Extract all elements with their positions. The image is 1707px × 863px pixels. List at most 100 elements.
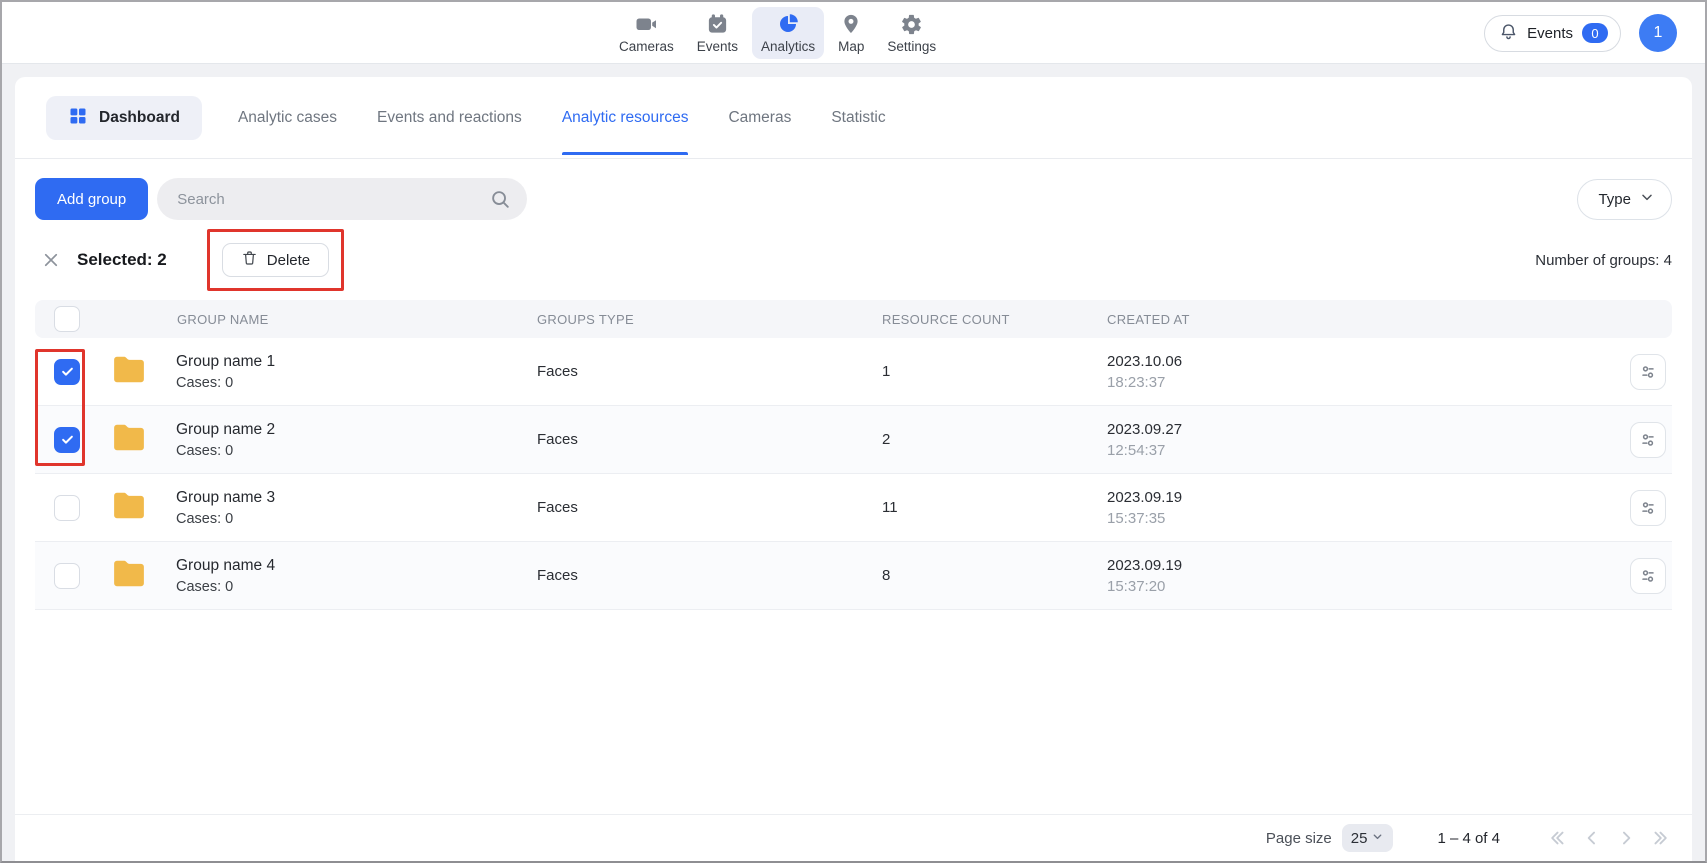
sub-tabs: Analytic cases Events and reactions Anal… <box>238 109 886 127</box>
events-button-label: Events <box>1527 25 1573 42</box>
column-header-resource-count: RESOURCE COUNT <box>882 312 1107 327</box>
row-settings-button[interactable] <box>1630 354 1666 390</box>
first-page-icon[interactable] <box>1548 828 1568 848</box>
row-settings-button[interactable] <box>1630 490 1666 526</box>
sliders-icon <box>1638 430 1658 450</box>
page-background: Dashboard Analytic cases Events and reac… <box>2 64 1705 861</box>
column-header-created-at: CREATED AT <box>1107 312 1595 327</box>
clear-selection-icon[interactable] <box>41 250 61 270</box>
topnav-label: Map <box>838 39 864 54</box>
app-window: Cameras Events Analytics Map <box>0 0 1707 863</box>
main-navigation: Cameras Events Analytics Map <box>610 2 945 64</box>
next-page-icon[interactable] <box>1616 828 1636 848</box>
page-size-label: Page size <box>1266 830 1332 847</box>
camera-icon <box>634 12 658 36</box>
tab-events-and-reactions[interactable]: Events and reactions <box>377 109 522 127</box>
pagination-bar: Page size 25 1 – 4 of 4 <box>15 814 1692 861</box>
select-all-checkbox[interactable] <box>54 306 80 332</box>
tab-statistic[interactable]: Statistic <box>831 109 885 127</box>
tab-cameras[interactable]: Cameras <box>728 109 791 127</box>
resource-count: 2 <box>882 431 1107 448</box>
topnav-label: Settings <box>887 39 936 54</box>
group-type: Faces <box>537 567 882 584</box>
sliders-icon <box>1638 566 1658 586</box>
group-cases: Cases: 0 <box>176 509 275 529</box>
empty-area <box>15 610 1692 814</box>
topnav-label: Events <box>697 39 738 54</box>
group-name: Group name 1 <box>176 351 275 373</box>
created-time: 15:37:20 <box>1107 576 1595 597</box>
user-avatar[interactable]: 1 <box>1639 14 1677 52</box>
top-bar: Cameras Events Analytics Map <box>2 2 1705 64</box>
prev-page-icon[interactable] <box>1582 828 1602 848</box>
groups-table: GROUP NAME GROUPS TYPE RESOURCE COUNT CR… <box>35 300 1672 610</box>
sliders-icon <box>1638 362 1658 382</box>
page-size-select[interactable]: 25 <box>1342 824 1394 852</box>
table-row[interactable]: Group name 1Cases: 0 Faces 1 2023.10.061… <box>35 338 1672 406</box>
group-cases: Cases: 0 <box>176 373 275 393</box>
delete-button[interactable]: Delete <box>222 243 329 277</box>
topnav-item-map[interactable]: Map <box>829 7 873 59</box>
folder-icon <box>112 491 146 525</box>
topnav-label: Analytics <box>761 39 815 54</box>
created-time: 15:37:35 <box>1107 508 1595 529</box>
search-icon <box>489 188 511 215</box>
table-row[interactable]: Group name 2Cases: 0 Faces 2 2023.09.271… <box>35 406 1672 474</box>
resource-count: 8 <box>882 567 1107 584</box>
created-time: 18:23:37 <box>1107 372 1595 393</box>
search-input[interactable] <box>157 178 527 220</box>
dashboard-label: Dashboard <box>99 109 180 127</box>
events-button[interactable]: Events 0 <box>1484 15 1621 52</box>
selection-bar: Selected: 2 Delete Number of groups: 4 <box>15 220 1692 300</box>
chevron-down-icon <box>1639 189 1655 209</box>
table-row[interactable]: Group name 4Cases: 0 Faces 8 2023.09.191… <box>35 542 1672 610</box>
gear-icon <box>900 12 923 36</box>
events-count-badge: 0 <box>1582 23 1608 43</box>
table-header-row: GROUP NAME GROUPS TYPE RESOURCE COUNT CR… <box>35 300 1672 338</box>
row-checkbox[interactable] <box>54 495 80 521</box>
created-time: 12:54:37 <box>1107 440 1595 461</box>
table-row[interactable]: Group name 3Cases: 0 Faces 11 2023.09.19… <box>35 474 1672 542</box>
delete-button-label: Delete <box>267 252 310 269</box>
topnav-item-analytics[interactable]: Analytics <box>752 7 824 59</box>
group-name: Group name 3 <box>176 487 275 509</box>
group-cases: Cases: 0 <box>176 441 275 461</box>
group-name: Group name 4 <box>176 555 275 577</box>
add-group-button[interactable]: Add group <box>35 178 148 220</box>
folder-icon <box>112 355 146 389</box>
tabs-row: Dashboard Analytic cases Events and reac… <box>15 77 1692 159</box>
group-type: Faces <box>537 363 882 380</box>
topnav-label: Cameras <box>619 39 674 54</box>
topnav-item-events[interactable]: Events <box>688 7 747 59</box>
content-card: Dashboard Analytic cases Events and reac… <box>15 77 1692 861</box>
selected-count-label: Selected: 2 <box>77 250 167 270</box>
folder-icon <box>112 559 146 593</box>
row-checkbox[interactable] <box>54 427 80 453</box>
group-cases: Cases: 0 <box>176 577 275 597</box>
topnav-item-settings[interactable]: Settings <box>878 7 945 59</box>
type-filter-button[interactable]: Type <box>1577 179 1672 220</box>
column-header-group-name: GROUP NAME <box>99 312 537 327</box>
map-pin-icon <box>840 12 862 36</box>
row-settings-button[interactable] <box>1630 422 1666 458</box>
row-checkbox[interactable] <box>54 359 80 385</box>
tab-analytic-resources[interactable]: Analytic resources <box>562 109 689 127</box>
resource-count: 1 <box>882 363 1107 380</box>
bell-icon <box>1499 22 1518 45</box>
tab-analytic-cases[interactable]: Analytic cases <box>238 109 337 127</box>
pie-chart-icon <box>776 12 800 36</box>
created-date: 2023.09.19 <box>1107 555 1595 576</box>
trash-icon <box>241 249 258 271</box>
page-range-label: 1 – 4 of 4 <box>1437 830 1500 847</box>
topnav-item-cameras[interactable]: Cameras <box>610 7 683 59</box>
pager-controls <box>1548 828 1670 848</box>
search-box <box>157 178 527 220</box>
type-filter-label: Type <box>1598 191 1631 208</box>
row-checkbox[interactable] <box>54 563 80 589</box>
sliders-icon <box>1638 498 1658 518</box>
dashboard-button[interactable]: Dashboard <box>46 96 202 140</box>
last-page-icon[interactable] <box>1650 828 1670 848</box>
delete-annotation-box: Delete <box>207 229 344 291</box>
row-settings-button[interactable] <box>1630 558 1666 594</box>
toolbar: Add group Type <box>15 178 1692 220</box>
